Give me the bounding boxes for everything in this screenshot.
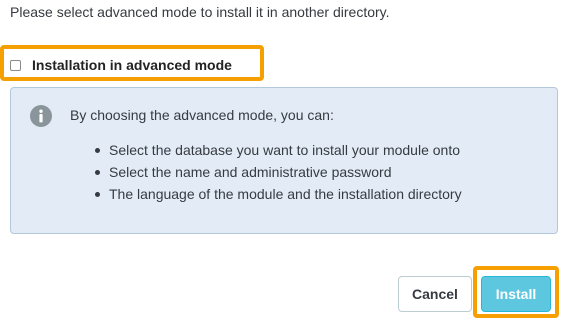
list-item: Select the database you want to install …	[95, 139, 462, 161]
advanced-mode-label[interactable]: Installation in advanced mode	[32, 57, 232, 73]
cancel-button[interactable]: Cancel	[398, 276, 472, 312]
list-item: Select the name and administrative passw…	[95, 161, 462, 183]
info-icon	[30, 105, 52, 127]
list-item-text: Select the database you want to install …	[109, 142, 460, 158]
list-item-text: The language of the module and the insta…	[109, 186, 462, 202]
install-dialog: Please select advanced mode to install i…	[0, 0, 572, 320]
install-button[interactable]: Install	[481, 276, 551, 312]
intro-text: Please select advanced mode to install i…	[10, 4, 390, 20]
bullet-icon	[95, 148, 100, 153]
info-list: Select the database you want to install …	[95, 139, 462, 205]
bullet-icon	[95, 170, 100, 175]
checkbox-box[interactable]	[10, 59, 21, 71]
info-box: By choosing the advanced mode, you can: …	[10, 87, 558, 234]
bullet-icon	[95, 192, 100, 197]
info-lead-text: By choosing the advanced mode, you can:	[70, 107, 334, 123]
list-item-text: Select the name and administrative passw…	[109, 164, 392, 180]
list-item: The language of the module and the insta…	[95, 183, 462, 205]
advanced-mode-checkbox[interactable]: Installation in advanced mode	[10, 57, 232, 73]
